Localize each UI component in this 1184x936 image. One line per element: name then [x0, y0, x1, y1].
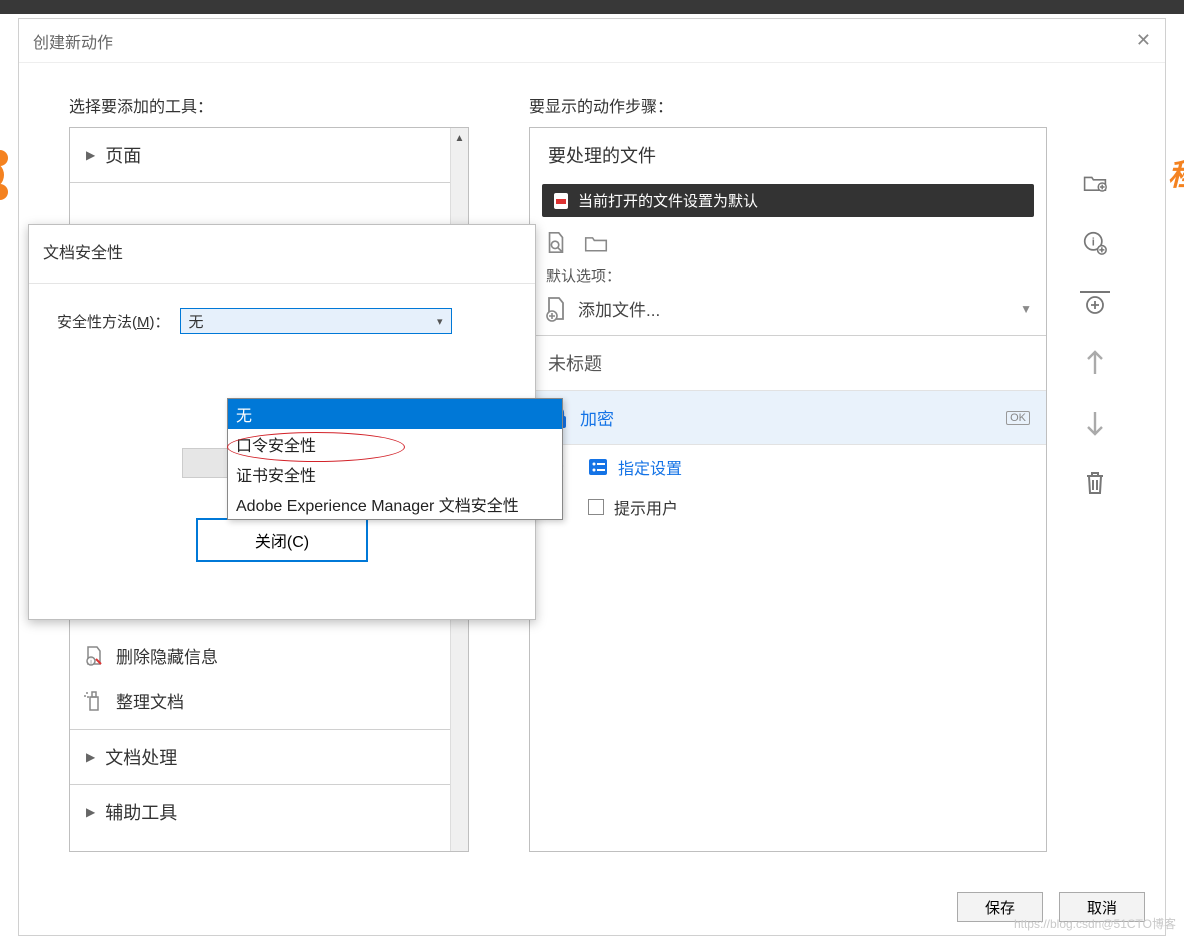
- default-files-bar-label: 当前打开的文件设置为默认: [578, 190, 758, 211]
- steps-column: 要显示的动作步骤： 要处理的文件 当前打开的文件设置为默认: [529, 93, 1125, 879]
- file-add-icon: [544, 297, 568, 321]
- category-doc-process-label: 文档处理: [105, 744, 177, 770]
- security-method-value: 无: [189, 311, 204, 332]
- chevron-down-icon: ▼: [1020, 302, 1032, 316]
- delete-icon[interactable]: [1083, 471, 1107, 495]
- security-method-select[interactable]: 无 ▾: [180, 308, 452, 334]
- security-method-dropdown: 无 口令安全性 证书安全性 Adobe Experience Manager 文…: [227, 398, 563, 520]
- category-doc-process[interactable]: ▶ 文档处理: [70, 730, 468, 785]
- option-password[interactable]: 口令安全性: [228, 429, 562, 459]
- security-method-label: 安全性方法(M)：: [57, 311, 170, 332]
- move-up-icon[interactable]: [1083, 351, 1107, 375]
- untitled-header: 未标题: [530, 336, 1046, 391]
- dialog-footer: 保存 取消: [19, 879, 1165, 935]
- option-certificate[interactable]: 证书安全性: [228, 459, 562, 489]
- close-icon[interactable]: ✕: [1136, 30, 1151, 51]
- steps-section-label: 要显示的动作步骤：: [529, 93, 1125, 117]
- file-search-icon[interactable]: [544, 231, 568, 255]
- watermark-text: https://blog.csdn@51CTO博客: [1014, 915, 1176, 932]
- security-method-row: 安全性方法(M)： 无 ▾: [57, 308, 507, 334]
- option-none[interactable]: 无: [228, 399, 562, 429]
- files-header: 要处理的文件: [530, 128, 1046, 176]
- caret-right-icon: ▶: [86, 805, 95, 819]
- specify-settings-label: 指定设置: [618, 455, 682, 479]
- close-button-label: 关闭(C): [255, 528, 309, 552]
- close-button[interactable]: 关闭(C): [196, 518, 368, 562]
- dialog-title: 创建新动作: [33, 29, 1136, 53]
- save-button-label: 保存: [985, 897, 1015, 918]
- category-assist[interactable]: ▶ 辅助工具: [70, 785, 468, 839]
- specify-settings-link[interactable]: 指定设置: [530, 445, 1046, 485]
- bg-decoration-left: [0, 150, 18, 200]
- dialog-titlebar: 创建新动作 ✕: [19, 19, 1165, 63]
- default-files-bar[interactable]: 当前打开的文件设置为默认: [542, 184, 1034, 217]
- tool-organize-doc-label: 整理文档: [116, 688, 184, 713]
- move-down-icon[interactable]: [1083, 411, 1107, 435]
- caret-right-icon: ▶: [86, 148, 95, 162]
- pdf-file-icon: [552, 192, 570, 210]
- tool-remove-hidden[interactable]: i 删除隐藏信息: [70, 633, 468, 678]
- add-file-label: 添加文件...: [578, 296, 660, 321]
- security-dialog-title: 文档安全性: [29, 225, 535, 284]
- prompt-user-label: 提示用户: [614, 495, 678, 519]
- ok-badge: OK: [1006, 411, 1030, 425]
- tool-organize-doc[interactable]: 整理文档: [70, 678, 468, 730]
- info-delete-icon: i: [82, 644, 106, 668]
- tool-remove-hidden-label: 删除隐藏信息: [116, 643, 218, 668]
- file-action-icons: [530, 225, 1046, 261]
- svg-text:i: i: [1092, 237, 1095, 249]
- add-divider-icon[interactable]: [1080, 291, 1110, 315]
- settings-list-icon: [588, 457, 608, 477]
- add-file-row[interactable]: 添加文件... ▼: [530, 288, 1046, 336]
- prompt-user-checkbox[interactable]: [588, 499, 604, 515]
- category-assist-label: 辅助工具: [105, 799, 177, 825]
- add-info-icon[interactable]: i: [1083, 231, 1107, 255]
- step-encrypt-label: 加密: [580, 405, 614, 430]
- default-options-label: 默认选项：: [530, 261, 1046, 288]
- tools-section-label: 选择要添加的工具：: [69, 93, 469, 117]
- option-aem[interactable]: Adobe Experience Manager 文档安全性: [228, 489, 562, 519]
- add-folder-icon[interactable]: [1083, 171, 1107, 195]
- steps-panel: 要处理的文件 当前打开的文件设置为默认: [529, 127, 1047, 852]
- folder-icon[interactable]: [584, 231, 608, 255]
- category-page-label: 页面: [105, 142, 141, 168]
- step-encrypt[interactable]: 加密 OK: [530, 391, 1046, 445]
- scroll-up-icon[interactable]: ▲: [451, 128, 468, 148]
- steps-rail: i: [1065, 127, 1125, 852]
- document-security-dialog: 文档安全性 安全性方法(M)： 无 ▾ 无 口令安全性 证书安全性 Adobe …: [28, 224, 536, 620]
- caret-right-icon: ▶: [86, 750, 95, 764]
- prompt-user-row[interactable]: 提示用户: [530, 485, 1046, 525]
- bg-decoration-right: 程: [1168, 150, 1184, 186]
- category-page[interactable]: ▶ 页面: [70, 128, 468, 183]
- app-topbar: [0, 0, 1184, 14]
- spray-icon: [82, 689, 106, 713]
- chevron-down-icon: ▾: [437, 315, 443, 328]
